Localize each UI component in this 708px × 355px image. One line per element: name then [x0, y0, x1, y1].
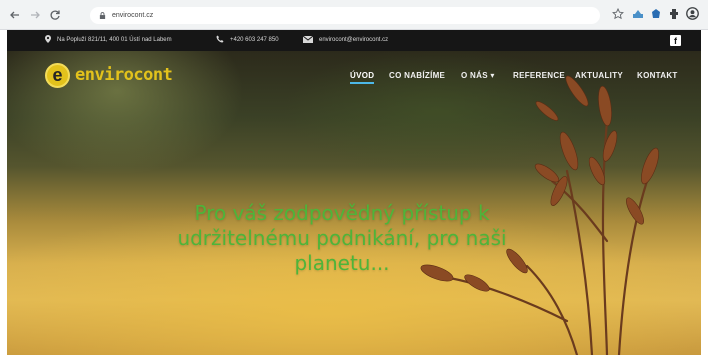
phone-text[interactable]: +420 603 247 850 [230, 37, 279, 43]
headline-line: udržitelnému podnikání, pro naši [177, 226, 507, 250]
phone-item[interactable]: +420 603 247 850 [216, 30, 279, 51]
address-item: Na Popluží 821/11, 400 01 Ústí nad Labem [45, 30, 172, 51]
map-pin-icon [45, 35, 51, 44]
nav-item-kontakt[interactable]: KONTAKT [637, 71, 678, 80]
browser-toolbar: envirocont.cz [0, 0, 708, 30]
address-text: Na Popluží 821/11, 400 01 Ústí nad Labem [57, 37, 172, 43]
back-arrow-icon[interactable] [9, 9, 21, 21]
extension-icon[interactable] [650, 8, 662, 20]
hero-headline: Pro váš zodpovědný přístup k udržitelném… [147, 201, 537, 276]
headline-line: planetu... [294, 251, 390, 275]
nav-item-o-nas[interactable]: O NÁS ▾ [461, 71, 495, 80]
headline-line: Pro váš zodpovědný přístup k [194, 201, 490, 225]
forward-arrow-icon[interactable] [29, 9, 41, 21]
website-viewport: Na Popluží 821/11, 400 01 Ústí nad Labem… [7, 30, 701, 355]
contact-bar: Na Popluží 821/11, 400 01 Ústí nad Labem… [7, 30, 701, 51]
nav-item-aktuality[interactable]: AKTUALITY [575, 71, 623, 80]
profile-icon[interactable] [686, 7, 699, 20]
email-text[interactable]: envirocont@envirocont.cz [319, 37, 388, 43]
reload-icon[interactable] [49, 9, 61, 21]
extension-icon[interactable] [632, 8, 644, 20]
facebook-icon[interactable]: f [670, 35, 681, 46]
hero-section: e envirocont ÚVOD CO NABÍZÍME O NÁS ▾ RE… [7, 51, 701, 355]
logo-mark-icon: e [45, 63, 70, 88]
nav-item-uvod[interactable]: ÚVOD [350, 71, 374, 80]
logo-text: envirocont [75, 65, 173, 85]
nav-item-co-nabizime[interactable]: CO NABÍZÍME [389, 71, 445, 80]
mail-icon [303, 35, 313, 43]
nav-item-reference[interactable]: REFERENCE [513, 71, 565, 80]
star-icon[interactable] [612, 8, 624, 20]
url-text: envirocont.cz [112, 12, 154, 19]
nav-active-indicator [350, 82, 374, 84]
address-bar[interactable]: envirocont.cz [90, 7, 600, 24]
email-item[interactable]: envirocont@envirocont.cz [303, 30, 388, 51]
phone-icon [216, 35, 224, 43]
lock-icon [99, 12, 106, 19]
extension-icon[interactable] [668, 8, 680, 20]
